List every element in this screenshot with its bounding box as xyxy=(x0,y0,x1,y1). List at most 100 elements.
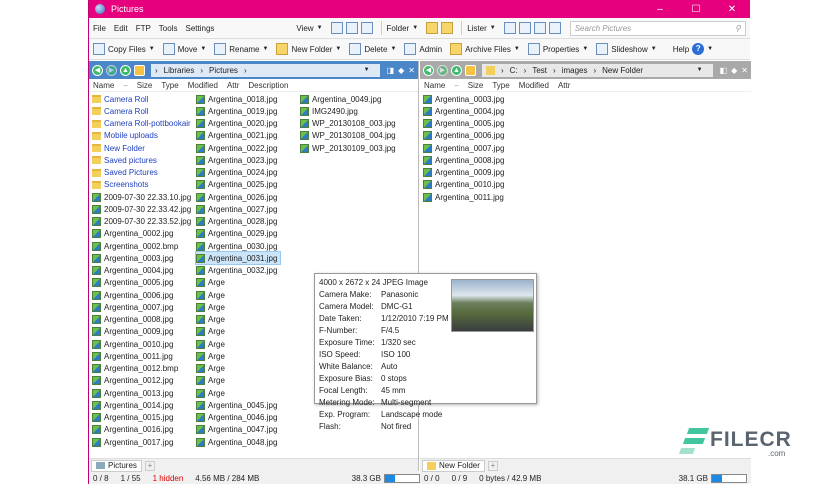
slideshow-button[interactable]: Slideshow ▼ xyxy=(596,43,657,55)
file-item[interactable]: Argentina_0006.jpg xyxy=(92,289,176,301)
menu-settings[interactable]: Settings xyxy=(185,24,214,33)
column-header-size[interactable]: Size xyxy=(137,81,153,90)
tab-new-folder[interactable]: New Folder xyxy=(422,459,485,472)
folder-dual-icon[interactable] xyxy=(441,22,454,34)
file-item[interactable]: IMG2490.jpg xyxy=(300,105,361,117)
file-item[interactable]: Argentina_0046.jpg xyxy=(196,412,280,424)
folder-item[interactable]: Camera Roll-pottbookair xyxy=(92,118,194,130)
file-item[interactable]: Argentina_0047.jpg xyxy=(196,424,280,436)
folder-item[interactable]: Screenshots xyxy=(92,179,151,191)
file-item[interactable]: Argentina_0025.jpg xyxy=(196,179,280,191)
search-input[interactable]: Search Pictures ⚲ xyxy=(569,20,746,36)
pane-close-icon[interactable]: ✕ xyxy=(741,66,748,75)
file-item[interactable]: Argentina_0022.jpg xyxy=(196,142,280,154)
file-item[interactable]: Argentina_0019.jpg xyxy=(196,105,280,117)
view-list-icon[interactable] xyxy=(345,22,358,34)
file-item[interactable]: Argentina_0005.jpg xyxy=(423,118,507,130)
add-tab-button[interactable]: + xyxy=(144,460,155,471)
column-header-attr[interactable]: Attr xyxy=(227,81,239,90)
maximize-button[interactable]: ☐ xyxy=(678,4,714,15)
lister-single-icon[interactable] xyxy=(503,22,516,34)
file-item[interactable]: Argentina_0024.jpg xyxy=(196,167,280,179)
file-item[interactable]: Argentina_0015.jpg xyxy=(92,412,176,424)
file-item[interactable]: Arge xyxy=(196,363,228,375)
pane-toggle-icon[interactable]: ◧ xyxy=(720,66,728,75)
column-header-type[interactable]: Type xyxy=(161,81,178,90)
file-item[interactable]: Argentina_0003.jpg xyxy=(92,252,176,264)
column-header-modified[interactable]: Modified xyxy=(519,81,549,90)
file-item[interactable]: Arge xyxy=(196,301,228,313)
folder-tree-icon[interactable] xyxy=(426,22,439,34)
file-item[interactable]: Argentina_0011.jpg xyxy=(423,191,507,203)
copy-files-button[interactable]: Copy Files ▼ xyxy=(93,43,155,55)
file-item[interactable]: Argentina_0012.bmp xyxy=(92,363,181,375)
menu-tools[interactable]: Tools xyxy=(159,24,178,33)
file-item[interactable]: Argentina_0014.jpg xyxy=(92,399,176,411)
folder-item[interactable]: Saved pictures xyxy=(92,154,160,166)
pane-lock-icon[interactable]: ◆ xyxy=(731,66,737,75)
favorites-icon[interactable] xyxy=(465,64,476,76)
forward-icon[interactable]: ▶ xyxy=(437,64,448,76)
pane-toggle-icon[interactable]: ◨ xyxy=(387,66,395,75)
favorites-icon[interactable] xyxy=(134,64,145,76)
file-item[interactable]: Argentina_0045.jpg xyxy=(196,399,280,411)
file-item[interactable]: Argentina_0002.bmp xyxy=(92,240,181,252)
file-item[interactable]: Argentina_0009.jpg xyxy=(423,167,507,179)
column-header-size[interactable]: Size xyxy=(468,81,484,90)
crumb-libraries[interactable]: Libraries xyxy=(164,66,195,75)
pane-close-icon[interactable]: ✕ xyxy=(408,66,415,75)
new-folder-button[interactable]: New Folder ▼ xyxy=(276,43,341,55)
add-tab-button[interactable]: + xyxy=(487,460,498,471)
file-item[interactable]: Argentina_0005.jpg xyxy=(92,277,176,289)
file-item[interactable]: Argentina_0020.jpg xyxy=(196,118,280,130)
file-item[interactable]: Arge xyxy=(196,338,228,350)
file-item[interactable]: 2009-07-30 22.33.10.jpg xyxy=(92,191,194,203)
move-button[interactable]: Move ▼ xyxy=(162,43,206,55)
file-item[interactable]: Arge xyxy=(196,289,228,301)
file-item[interactable]: Argentina_0049.jpg xyxy=(300,93,384,105)
column-header-modified[interactable]: Modified xyxy=(188,81,218,90)
file-item[interactable]: Argentina_0031.jpg xyxy=(194,251,282,266)
column-header-description[interactable]: Description xyxy=(248,81,288,90)
view-details-icon[interactable] xyxy=(330,22,343,34)
right-breadcrumb[interactable]: › C: › Test › images › New Folder ▼ xyxy=(482,63,713,77)
file-item[interactable]: Argentina_0017.jpg xyxy=(92,436,176,448)
column-header-name[interactable]: Name xyxy=(93,81,114,90)
lister-dual-vertical-icon[interactable] xyxy=(518,22,531,34)
view-thumbs-icon[interactable] xyxy=(360,22,373,34)
file-item[interactable]: 2009-07-30 22.33.42.jpg xyxy=(92,203,194,215)
back-icon[interactable]: ◀ xyxy=(92,64,103,76)
lister-dropdown[interactable]: Lister ▼ xyxy=(467,24,496,33)
file-item[interactable]: Argentina_0004.jpg xyxy=(423,105,507,117)
file-item[interactable]: Argentina_0032.jpg xyxy=(196,265,280,277)
minimize-button[interactable]: – xyxy=(642,4,678,15)
file-item[interactable]: WP_20130108_004.jpg xyxy=(300,130,399,142)
menu-edit[interactable]: Edit xyxy=(114,24,128,33)
file-item[interactable]: Argentina_0010.jpg xyxy=(423,179,507,191)
column-header-type[interactable]: Type xyxy=(492,81,509,90)
crumb-new-folder[interactable]: New Folder xyxy=(602,66,643,75)
file-item[interactable]: Argentina_0027.jpg xyxy=(196,203,280,215)
crumb-test[interactable]: Test xyxy=(532,66,547,75)
file-item[interactable]: Argentina_0006.jpg xyxy=(423,130,507,142)
folder-item[interactable]: Mobile uploads xyxy=(92,130,161,142)
forward-icon[interactable]: ▶ xyxy=(106,64,117,76)
file-item[interactable]: Argentina_0029.jpg xyxy=(196,228,280,240)
file-item[interactable]: Arge xyxy=(196,387,228,399)
help-button[interactable]: Help? ▼ xyxy=(673,43,713,55)
file-item[interactable]: Argentina_0011.jpg xyxy=(92,350,176,362)
file-item[interactable]: Argentina_0004.jpg xyxy=(92,265,176,277)
folder-item[interactable]: New Folder xyxy=(92,142,148,154)
back-icon[interactable]: ◀ xyxy=(423,64,434,76)
tab-pictures[interactable]: Pictures xyxy=(91,459,142,472)
file-item[interactable]: Arge xyxy=(196,326,228,338)
rename-button[interactable]: Rename ▼ xyxy=(214,43,268,55)
archive-files-button[interactable]: Archive Files ▼ xyxy=(450,43,520,55)
properties-button[interactable]: Properties ▼ xyxy=(527,43,588,55)
file-item[interactable]: Arge xyxy=(196,277,228,289)
up-icon[interactable]: ▲ xyxy=(120,64,131,76)
file-item[interactable]: Argentina_0016.jpg xyxy=(92,424,176,436)
file-item[interactable]: Arge xyxy=(196,314,228,326)
file-item[interactable]: WP_20130108_003.jpg xyxy=(300,118,399,130)
menu-file[interactable]: File xyxy=(93,24,106,33)
